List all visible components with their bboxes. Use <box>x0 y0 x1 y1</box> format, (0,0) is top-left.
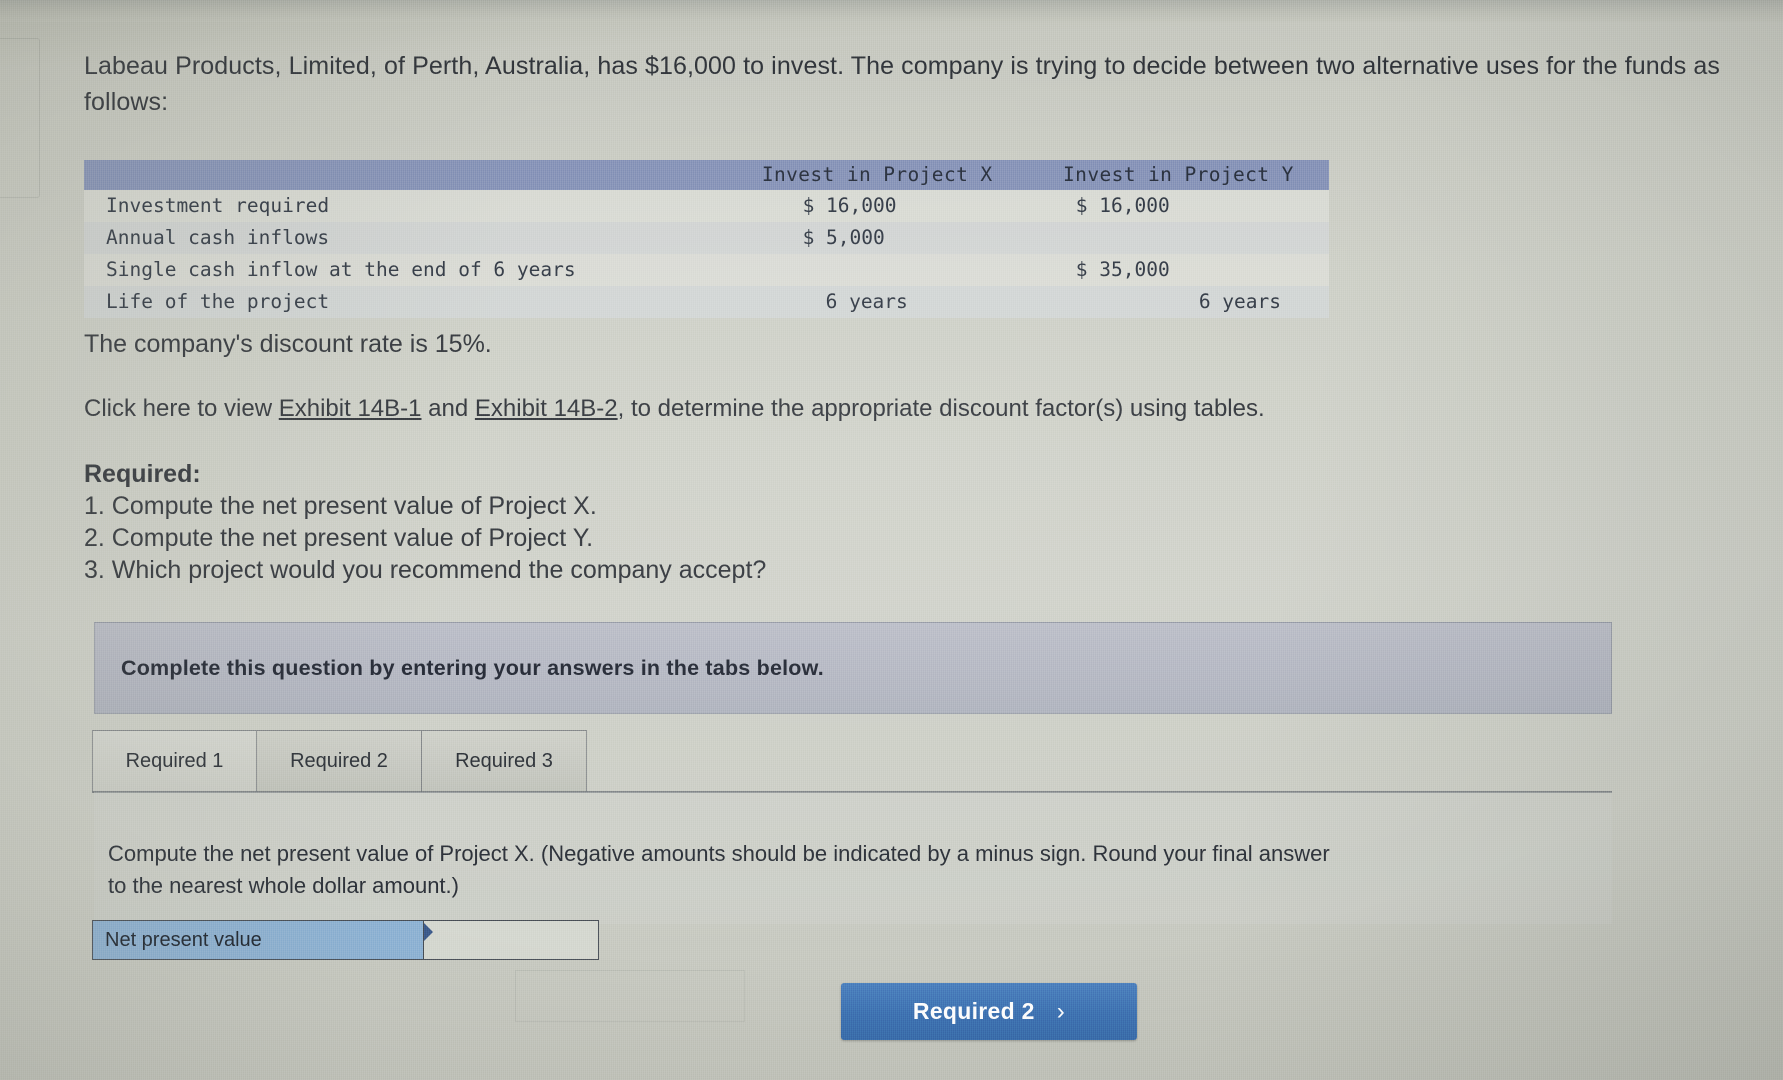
left-edge-panel <box>0 38 40 198</box>
chevron-right-icon: › <box>1056 997 1066 1025</box>
required-item-1: 1. Compute the net present value of Proj… <box>84 492 597 520</box>
tab-required-1-label: Required 1 <box>125 750 224 772</box>
row-value-investment-required-y: $ 16,000 <box>1027 190 1329 222</box>
table-row: Investment required $ 16,000 $ 16,000 <box>84 190 1329 222</box>
row-label-investment-required: Investment required <box>84 190 727 222</box>
tab-list: Required 1 Required 2 Required 3 <box>92 730 1612 792</box>
net-present-value-input[interactable] <box>423 921 598 959</box>
table-row: Annual cash inflows $ 5,000 <box>84 222 1329 254</box>
net-present-value-label: Net present value <box>93 921 423 959</box>
exhibit-14b-2-link[interactable]: Exhibit 14B-2 <box>475 395 618 422</box>
window-top-edge <box>0 0 1783 22</box>
tab-required-2-label: Required 2 <box>290 750 388 772</box>
investment-comparison-table: Invest in Project X Invest in Project Y … <box>84 160 1329 318</box>
required-2-next-button-label: Required 2 <box>912 998 1035 1024</box>
row-label-annual-cash-inflows: Annual cash inflows <box>84 222 727 254</box>
required-item-2: 2. Compute the net present value of Proj… <box>84 524 594 552</box>
complete-question-banner: Complete this question by entering your … <box>94 622 1612 714</box>
background-artifact-box <box>515 970 745 1022</box>
table-body: Investment required $ 16,000 $ 16,000 An… <box>84 190 1329 318</box>
row-value-investment-required-x: $ 16,000 <box>726 190 1028 222</box>
tab-required-3[interactable]: Required 3 <box>422 730 587 792</box>
exhibit-prefix: Click here to view <box>84 395 279 422</box>
row-value-single-cash-inflow-y: $ 35,000 <box>1027 254 1329 286</box>
complete-question-banner-text: Complete this question by entering your … <box>121 655 824 680</box>
exhibit-middle: and <box>421 395 475 422</box>
required-2-next-button[interactable]: Required 2 › <box>841 983 1137 1040</box>
intro-paragraph: Labeau Products, Limited, of Perth, Aust… <box>84 52 1721 116</box>
table-row: Single cash inflow at the end of 6 years… <box>84 254 1329 286</box>
tab-panel-instruction-line-2: to the nearest whole dollar amount.) <box>108 873 459 898</box>
row-value-life-of-project-x: 6 years <box>726 286 1028 318</box>
required-heading: Required: <box>84 460 201 488</box>
required-tabstrip: Required 1 Required 2 Required 3 <box>92 730 1612 793</box>
tab-panel-instruction-line-1: Compute the net present value of Project… <box>108 841 1330 866</box>
cursor-caret-icon <box>424 923 433 941</box>
exhibit-14b-1-link[interactable]: Exhibit 14B-1 <box>279 395 422 422</box>
table-row: Life of the project 6 years 6 years <box>84 286 1329 318</box>
required-item-3: 3. Which project would you recommend the… <box>84 556 767 584</box>
discount-rate-text: The company's discount rate is 15%. <box>84 330 492 358</box>
table-header-project-y: Invest in Project Y <box>1027 160 1329 190</box>
row-label-single-cash-inflow: Single cash inflow at the end of 6 years <box>84 254 727 286</box>
tab-required-3-label: Required 3 <box>455 750 553 772</box>
tab-required-2[interactable]: Required 2 <box>257 730 422 792</box>
row-value-annual-cash-inflows-x: $ 5,000 <box>726 222 1028 254</box>
row-value-life-of-project-y: 6 years <box>1027 286 1329 318</box>
table-header-blank <box>84 160 727 190</box>
screen-page: Labeau Products, Limited, of Perth, Aust… <box>0 0 1783 1080</box>
row-label-life-of-project: Life of the project <box>84 286 727 318</box>
tab-panel-instruction: Compute the net present value of Project… <box>108 838 1608 902</box>
table-header-project-x: Invest in Project X <box>726 160 1028 190</box>
exhibit-links-line: Click here to view Exhibit 14B-1 and Exh… <box>84 395 1265 423</box>
required-block: Required: 1. Compute the net present val… <box>84 458 766 586</box>
row-value-annual-cash-inflows-y <box>1027 222 1329 254</box>
net-present-value-row: Net present value <box>92 920 599 960</box>
exhibit-suffix: , to determine the appropriate discount … <box>617 395 1265 422</box>
tab-required-1[interactable]: Required 1 <box>92 730 257 792</box>
table-header-row: Invest in Project X Invest in Project Y <box>84 160 1329 190</box>
table-head: Invest in Project X Invest in Project Y <box>84 160 1329 190</box>
row-value-single-cash-inflow-x <box>726 254 1028 286</box>
